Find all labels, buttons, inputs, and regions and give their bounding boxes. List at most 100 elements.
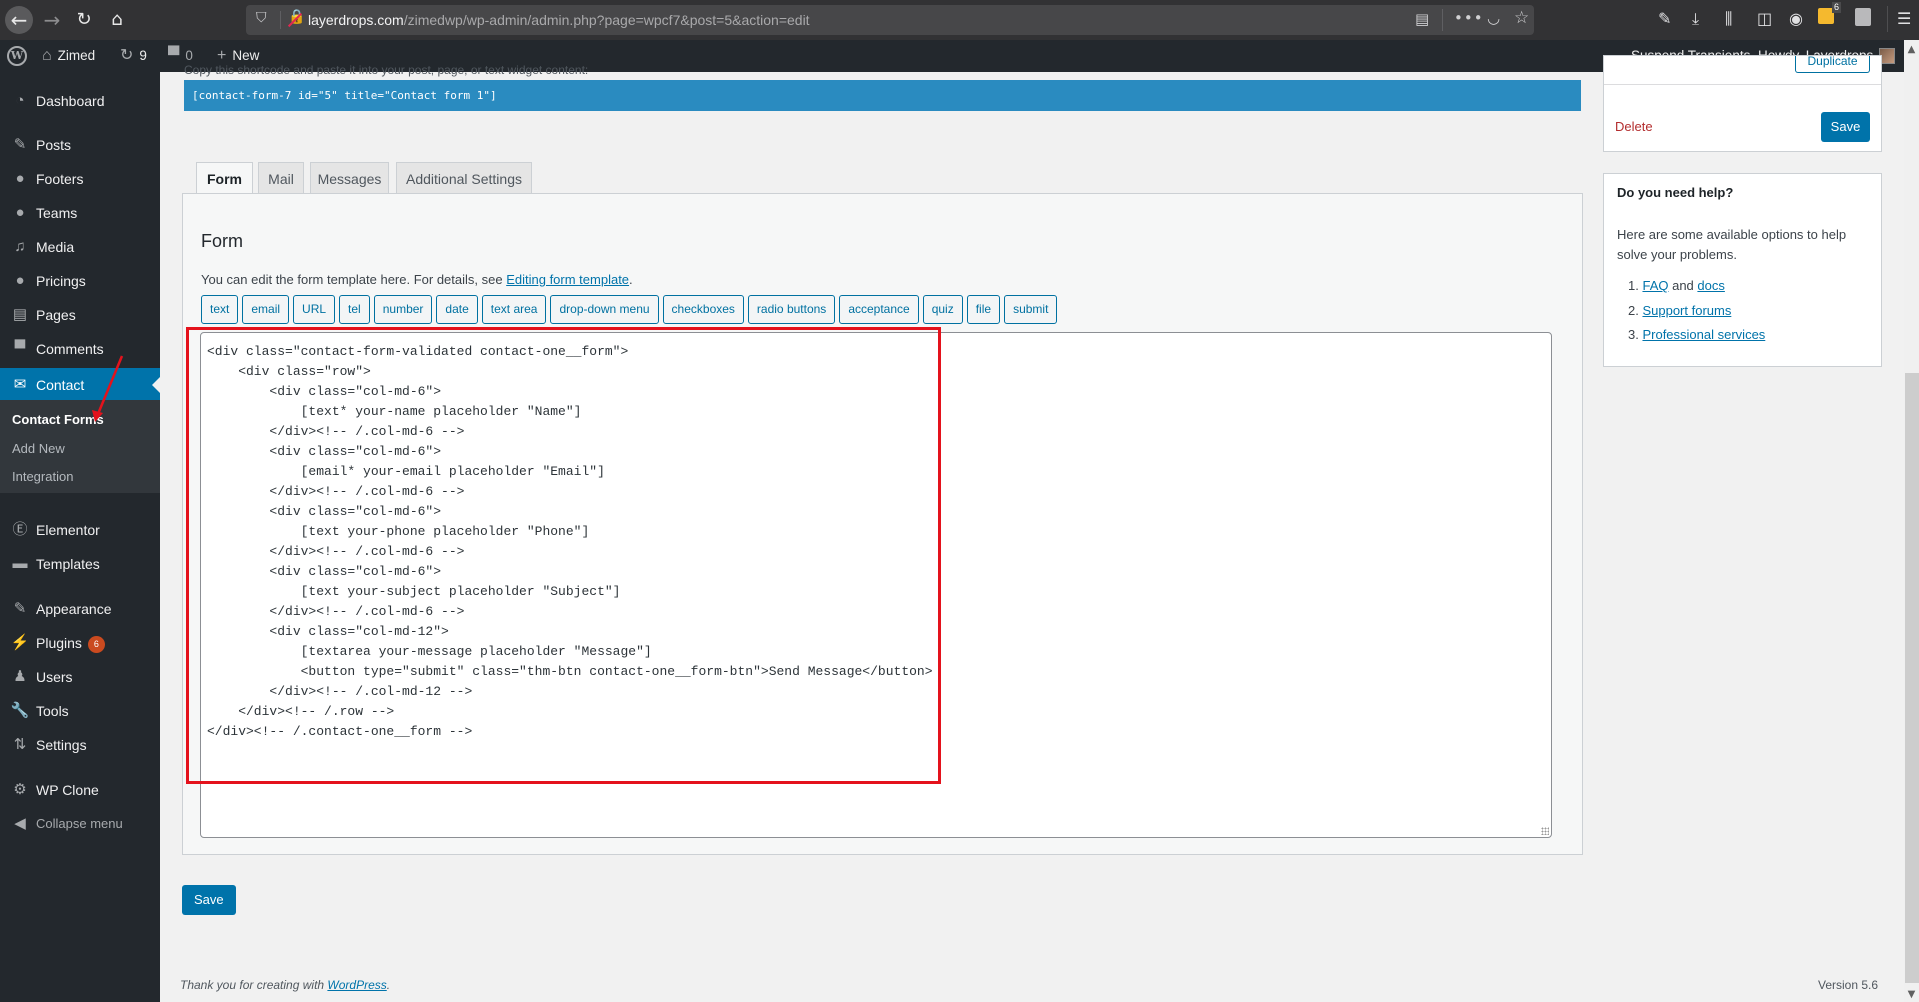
library-icon[interactable]: ⫼ <box>1725 9 1732 29</box>
plugins-update-badge: 6 <box>87 636 105 653</box>
sidebar-item-teams[interactable]: ● Teams <box>0 196 160 230</box>
page-actions-icon[interactable]: ••• <box>1454 9 1484 27</box>
plus-icon: + <box>217 47 227 64</box>
reader-view-icon[interactable]: ▤ <box>1415 10 1429 28</box>
site-name-link[interactable]: ⌂ Zimed <box>42 40 95 72</box>
hamburger-menu-icon[interactable]: ☰ <box>1897 9 1911 29</box>
help-item: 3. Professional services <box>1628 327 1766 342</box>
scrollbar-thumb[interactable] <box>1905 373 1919 983</box>
forward-button[interactable]: → <box>38 6 66 34</box>
tab-mail[interactable]: Mail <box>258 162 304 194</box>
tag-button-submit[interactable]: submit <box>1004 295 1058 324</box>
tag-button-text[interactable]: text <box>201 295 239 324</box>
panel-title: Form <box>201 231 243 251</box>
account-icon[interactable]: ◉ <box>1789 9 1803 29</box>
sidebar-toggle-icon[interactable]: ◫ <box>1757 9 1772 29</box>
sidebar-item-posts[interactable]: ✎ Posts <box>0 128 160 162</box>
tag-button-email[interactable]: email <box>242 295 290 324</box>
footer-thanks: Thank you for creating with WordPress. <box>180 978 391 992</box>
sidebar-item-tools[interactable]: 🔧 Tools <box>0 694 160 728</box>
tag-button-dropdown[interactable]: drop-down menu <box>550 295 659 324</box>
tag-button-date[interactable]: date <box>436 295 478 324</box>
help-item: 1. FAQ and docs <box>1628 278 1725 293</box>
tag-button-tel[interactable]: tel <box>339 295 370 324</box>
submenu-add-new[interactable]: Add New <box>12 441 65 456</box>
bookmark-star-icon[interactable]: ☆ <box>1514 8 1529 28</box>
url-host: layerdrops.com <box>308 12 404 28</box>
tag-button-radio[interactable]: radio buttons <box>747 295 836 324</box>
folder-icon: ▬ <box>12 555 28 572</box>
sidebar-item-plugins[interactable]: ⚡ Plugins 6 <box>0 626 160 660</box>
url-path: /zimedwp/wp-admin/admin.php?page=wpcf7&p… <box>403 12 810 28</box>
shortcode-field[interactable]: [contact-form-7 id="5" title="Contact fo… <box>184 80 1581 111</box>
professional-services-link[interactable]: Professional services <box>1642 327 1765 342</box>
sidebar-item-users[interactable]: ♟ Users <box>0 660 160 694</box>
wrench-icon[interactable]: ✎ <box>1658 9 1671 29</box>
scroll-up-icon[interactable]: ▲ <box>1904 44 1919 55</box>
delete-link[interactable]: Delete <box>1615 119 1653 134</box>
submenu-integration[interactable]: Integration <box>12 469 73 484</box>
collapse-menu-button[interactable]: ◀ Collapse menu <box>0 807 160 841</box>
back-button[interactable]: ← <box>5 6 33 34</box>
sidebar-item-wp-clone[interactable]: ⚙ WP Clone <box>0 773 160 807</box>
resize-handle[interactable] <box>1541 827 1549 835</box>
wordpress-logo-icon[interactable]: W <box>7 46 27 66</box>
save-button-sidebar[interactable]: Save <box>1821 112 1870 142</box>
home-button[interactable]: ⌂ <box>103 6 131 34</box>
save-button[interactable]: Save <box>182 885 236 915</box>
sidebar-item-settings[interactable]: ⇅ Settings <box>0 728 160 762</box>
extension-icon[interactable] <box>1855 8 1871 26</box>
sidebar-item-contact[interactable]: ✉ Contact <box>0 368 160 402</box>
lightbulb-icon: ● <box>15 272 25 289</box>
form-template-textarea[interactable]: <div class="contact-form-validated conta… <box>200 332 1552 838</box>
tag-button-number[interactable]: number <box>373 295 433 324</box>
sidebar-item-elementor[interactable]: Ⓔ Elementor <box>0 513 160 547</box>
sidebar-item-pricings[interactable]: ● Pricings <box>0 264 160 298</box>
browser-toolbar: ← → ↻ ⌂ ⛉ 🔒 layerdrops.com/zimedwp/wp-ad… <box>0 0 1919 40</box>
submit-box: Duplicate Delete Save <box>1603 55 1882 152</box>
docs-link[interactable]: docs <box>1697 278 1724 293</box>
sidebar-item-comments[interactable]: ▀ Comments <box>0 332 160 366</box>
wordpress-link[interactable]: WordPress <box>327 978 386 992</box>
duplicate-button[interactable]: Duplicate <box>1795 56 1870 73</box>
editing-form-template-link[interactable]: Editing form template <box>506 272 629 287</box>
version-text: Version 5.6 <box>1818 978 1879 992</box>
sidebar-item-pages[interactable]: ▤ Pages <box>0 298 160 332</box>
download-icon[interactable]: ⤓ <box>1692 9 1699 29</box>
reload-button[interactable]: ↻ <box>70 6 98 34</box>
updates-link[interactable]: ↻ 9 <box>120 40 147 72</box>
admin-sidebar: ◔ Dashboard ✎ Posts ● Footers ● Teams ♫ Media… <box>0 72 160 1002</box>
sidebar-item-footers[interactable]: ● Footers <box>0 162 160 196</box>
wrench-icon: 🔧 <box>10 702 30 719</box>
updates-icon: ↻ <box>120 47 134 64</box>
tag-button-textarea[interactable]: text area <box>481 295 547 324</box>
address-bar[interactable]: ⛉ 🔒 layerdrops.com/zimedwp/wp-admin/admi… <box>246 5 1534 35</box>
scroll-down-icon[interactable]: ▼ <box>1904 989 1919 1000</box>
sidebar-item-media[interactable]: ♫ Media <box>0 230 160 264</box>
page-scrollbar[interactable]: ▲ ▼ <box>1904 40 1919 1002</box>
sidebar-item-dashboard[interactable]: ◔ Dashboard <box>0 84 160 118</box>
faq-link[interactable]: FAQ <box>1642 278 1668 293</box>
sidebar-item-templates[interactable]: ▬ Templates <box>0 547 160 581</box>
submenu-contact-forms[interactable]: Contact Forms <box>12 412 104 427</box>
support-forums-link[interactable]: Support forums <box>1642 303 1731 318</box>
sidebar-item-appearance[interactable]: ✎ Appearance <box>0 592 160 626</box>
reload-icon: ↻ <box>76 9 92 30</box>
url-text[interactable]: layerdrops.com/zimedwp/wp-admin/admin.ph… <box>308 12 810 28</box>
insecure-lock-icon[interactable]: 🔒 <box>288 9 305 25</box>
divider <box>1604 84 1881 85</box>
tag-button-url[interactable]: URL <box>293 295 336 324</box>
tab-form[interactable]: Form <box>196 162 253 195</box>
help-title: Do you need help? <box>1617 185 1734 200</box>
tracking-shield-icon[interactable]: ⛉ <box>256 10 267 26</box>
divider <box>1442 9 1443 31</box>
tag-button-file[interactable]: file <box>966 295 1001 324</box>
lightbulb-icon: ● <box>15 170 25 187</box>
tab-messages[interactable]: Messages <box>310 162 389 194</box>
tag-button-quiz[interactable]: quiz <box>922 295 963 324</box>
tag-button-checkboxes[interactable]: checkboxes <box>662 295 744 324</box>
pocket-icon[interactable]: ◡ <box>1487 9 1500 27</box>
tag-button-acceptance[interactable]: acceptance <box>839 295 919 324</box>
panel-description: You can edit the form template here. For… <box>201 272 633 287</box>
tab-additional-settings[interactable]: Additional Settings <box>396 162 532 194</box>
